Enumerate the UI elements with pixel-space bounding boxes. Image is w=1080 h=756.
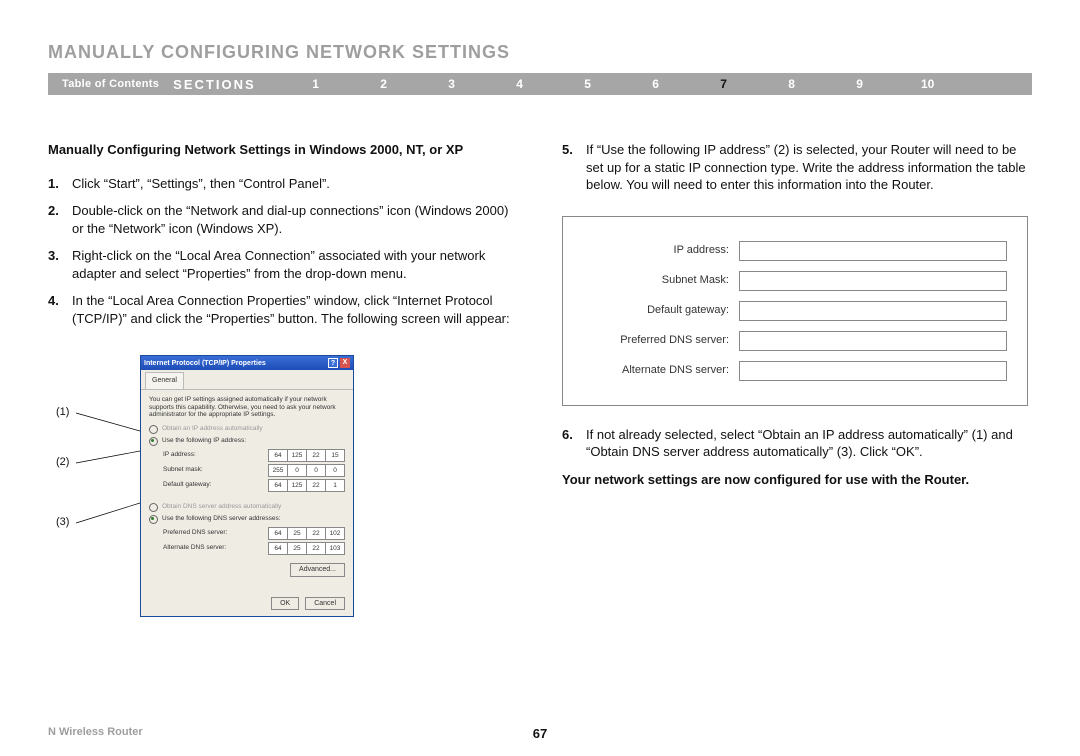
page-footer: N Wireless Router 67 <box>48 726 1032 738</box>
form-mask-input[interactable] <box>739 271 1007 291</box>
subheading: Manually Configuring Network Settings in… <box>48 141 518 159</box>
section-link-3[interactable]: 3 <box>418 77 486 91</box>
adns-label: Alternate DNS server: <box>163 544 262 553</box>
callout-2: (2) <box>56 455 69 470</box>
radio-obtain-dns: Obtain DNS server address automatically <box>149 503 345 512</box>
section-link-8[interactable]: 8 <box>758 77 826 91</box>
gw-label: Default gateway: <box>163 481 262 490</box>
dialog-tab-general: General <box>145 372 184 388</box>
section-link-2[interactable]: 2 <box>350 77 418 91</box>
sections-label: SECTIONS <box>173 77 281 92</box>
section-link-4[interactable]: 4 <box>486 77 554 91</box>
step-2: 2.Double-click on the “Network and dial-… <box>48 202 518 237</box>
footer-product: N Wireless Router <box>48 726 143 738</box>
tcpip-dialog: Internet Protocol (TCP/IP) Properties ? … <box>140 355 354 617</box>
radio-use-ip: Use the following IP address: <box>149 437 345 446</box>
step-4: 4.In the “Local Area Connection Properti… <box>48 292 518 327</box>
step-1: 1.Click “Start”, “Settings”, then “Contr… <box>48 175 518 193</box>
form-ip-label: IP address: <box>577 243 739 258</box>
form-adns-label: Alternate DNS server: <box>577 363 739 378</box>
conclusion-text: Your network settings are now configured… <box>562 471 1032 489</box>
right-column: 5.If “Use the following IP address” (2) … <box>562 141 1032 617</box>
radio-obtain-ip: Obtain an IP address automatically <box>149 425 345 434</box>
cancel-button: Cancel <box>305 597 345 610</box>
form-gw-label: Default gateway: <box>577 303 739 318</box>
section-link-7[interactable]: 7 <box>690 77 758 91</box>
callout-1: (1) <box>56 405 69 420</box>
dialog-diagram: (1) (2) (3) Internet Protocol (TCP/IP) P… <box>56 355 518 617</box>
section-link-6[interactable]: 6 <box>622 77 690 91</box>
help-icon: ? <box>328 358 338 368</box>
address-form: IP address: Subnet Mask: Default gateway… <box>562 216 1028 406</box>
form-mask-label: Subnet Mask: <box>577 273 739 288</box>
dialog-titlebar: Internet Protocol (TCP/IP) Properties ? … <box>141 356 353 370</box>
form-adns-input[interactable] <box>739 361 1007 381</box>
radio-use-dns: Use the following DNS server addresses: <box>149 515 345 524</box>
advanced-button: Advanced... <box>290 563 345 576</box>
left-column: Manually Configuring Network Settings in… <box>48 141 518 617</box>
close-icon: X <box>340 358 350 368</box>
form-pdns-input[interactable] <box>739 331 1007 351</box>
mask-label: Subnet mask: <box>163 466 262 475</box>
pdns-label: Preferred DNS server: <box>163 529 262 538</box>
form-pdns-label: Preferred DNS server: <box>577 333 739 348</box>
section-navbar: Table of Contents SECTIONS 1 2 3 4 5 6 7… <box>48 73 1032 95</box>
section-link-5[interactable]: 5 <box>554 77 622 91</box>
toc-link[interactable]: Table of Contents <box>48 78 173 90</box>
callout-3: (3) <box>56 515 69 530</box>
form-gw-input[interactable] <box>739 301 1007 321</box>
section-link-1[interactable]: 1 <box>282 77 350 91</box>
step-6: 6.If not already selected, select “Obtai… <box>562 426 1032 461</box>
section-link-9[interactable]: 9 <box>826 77 894 91</box>
page-number: 67 <box>533 726 547 741</box>
ok-button: OK <box>271 597 299 610</box>
dialog-description: You can get IP settings assigned automat… <box>149 396 345 419</box>
page-title: MANUALLY CONFIGURING NETWORK SETTINGS <box>48 42 1032 63</box>
section-link-10[interactable]: 10 <box>894 77 962 91</box>
dialog-title: Internet Protocol (TCP/IP) Properties <box>144 359 266 368</box>
form-ip-input[interactable] <box>739 241 1007 261</box>
step-5: 5.If “Use the following IP address” (2) … <box>562 141 1032 194</box>
step-3: 3.Right-click on the “Local Area Connect… <box>48 247 518 282</box>
ip-label: IP address: <box>163 451 262 460</box>
